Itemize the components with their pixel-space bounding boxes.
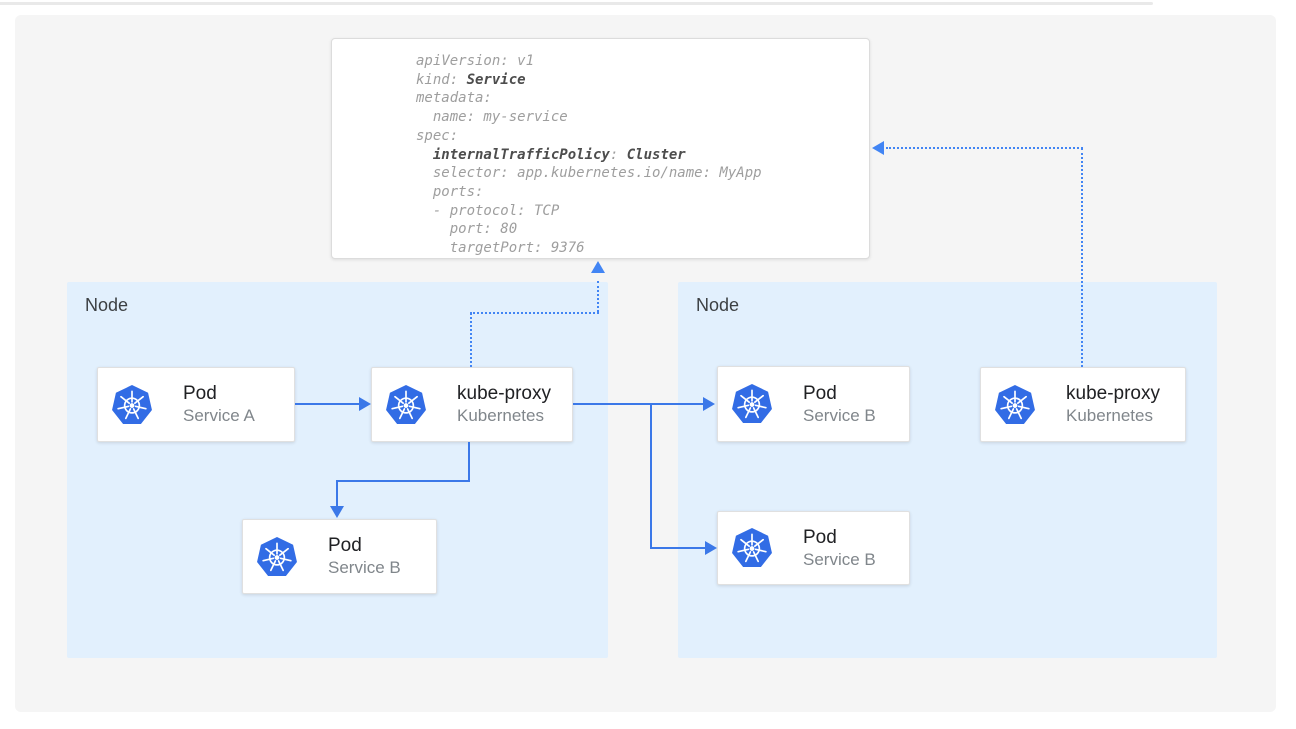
diagram-canvas: apiVersion: v1kind: Servicemetadata: nam… xyxy=(0,0,1296,729)
arrow-kube-proxy-to-pod-b-left-head xyxy=(330,506,344,518)
card-pod-service-b-left: Pod Service B xyxy=(242,519,437,594)
top-divider xyxy=(0,2,1153,5)
arrow-kube-proxy-to-pod-b-right-top-line xyxy=(573,403,705,405)
card-subtitle: Service B xyxy=(803,405,876,427)
card-title: Pod xyxy=(803,382,876,405)
arrow-kube-proxy-to-pod-b-right-top-head xyxy=(703,397,715,411)
card-pod-service-a: Pod Service A xyxy=(97,367,295,442)
dotted-right-kube-proxy-h xyxy=(886,147,1083,149)
card-subtitle: Service B xyxy=(328,557,401,579)
card-title: Pod xyxy=(328,534,401,557)
card-subtitle: Kubernetes xyxy=(1066,405,1160,427)
node-right-label: Node xyxy=(696,295,739,316)
card-pod-service-b-right-bottom: Pod Service B xyxy=(717,511,910,585)
kubernetes-icon xyxy=(385,384,427,426)
card-pod-service-b-right-top: Pod Service B xyxy=(717,366,910,442)
service-yaml-card: apiVersion: v1kind: Servicemetadata: nam… xyxy=(331,38,870,259)
kubernetes-icon xyxy=(731,383,773,425)
dotted-left-kube-proxy-v1 xyxy=(470,313,472,367)
card-kube-proxy-right: kube-proxy Kubernetes xyxy=(980,367,1186,442)
arrow-pod-a-to-kube-proxy-line xyxy=(295,403,363,405)
node-left-label: Node xyxy=(85,295,128,316)
dotted-right-arrow-left-head xyxy=(872,141,884,155)
card-subtitle: Service A xyxy=(183,405,255,427)
dotted-left-kube-proxy-v2 xyxy=(597,281,599,312)
arrow-kube-proxy-to-pod-b-right-bottom-h xyxy=(650,547,707,549)
arrow-kube-proxy-to-pod-b-left-v1 xyxy=(468,442,470,482)
dotted-left-arrow-up-head xyxy=(591,261,605,273)
arrow-kube-proxy-to-pod-b-right-bottom-head xyxy=(705,541,717,555)
card-title: kube-proxy xyxy=(457,382,551,405)
kubernetes-icon xyxy=(256,536,298,578)
arrow-pod-a-to-kube-proxy-head xyxy=(359,397,371,411)
kubernetes-icon xyxy=(111,384,153,426)
card-kube-proxy-left: kube-proxy Kubernetes xyxy=(371,367,573,442)
kubernetes-icon xyxy=(731,527,773,569)
kubernetes-icon xyxy=(994,384,1036,426)
card-subtitle: Service B xyxy=(803,549,876,571)
node-left-box: Node Pod Service A xyxy=(67,282,608,658)
dotted-right-kube-proxy-v xyxy=(1081,148,1083,367)
dotted-left-kube-proxy-h xyxy=(470,312,599,314)
node-right-box: Node Pod Service B xyxy=(678,282,1217,658)
card-title: Pod xyxy=(803,526,876,549)
yaml-code: apiVersion: v1kind: Servicemetadata: nam… xyxy=(416,52,762,258)
card-subtitle: Kubernetes xyxy=(457,405,551,427)
card-title: kube-proxy xyxy=(1066,382,1160,405)
arrow-kube-proxy-to-pod-b-left-h xyxy=(336,480,470,482)
arrow-kube-proxy-to-pod-b-left-v2 xyxy=(336,480,338,508)
arrow-kube-proxy-to-pod-b-right-bottom-v xyxy=(650,403,652,549)
card-title: Pod xyxy=(183,382,255,405)
